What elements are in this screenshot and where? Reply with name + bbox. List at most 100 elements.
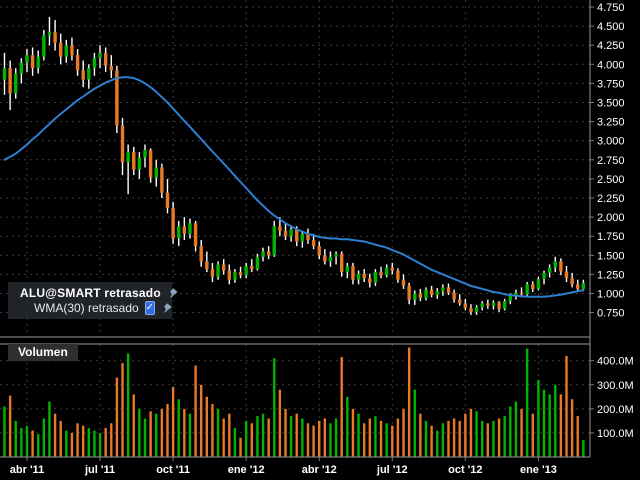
volume-bar — [525, 348, 529, 457]
volume-bars — [3, 347, 585, 457]
candle-body-down — [165, 192, 170, 208]
volume-bar — [312, 425, 315, 457]
price-tick-label: 0.750 — [597, 308, 625, 320]
candle-body-down — [227, 270, 231, 280]
volume-bar — [8, 395, 12, 457]
legend-instrument-row[interactable]: ALU@SMART retrasado ☛ — [20, 284, 181, 302]
price-tick-label: 4.250 — [597, 40, 625, 52]
volume-bar — [374, 416, 377, 457]
candle-body-down — [379, 272, 383, 276]
volume-bar — [228, 413, 231, 457]
date-tick-label: ene '12 — [228, 464, 265, 476]
candle-body-up — [25, 55, 29, 63]
candle-body-up — [64, 45, 69, 57]
candle-body-up — [435, 291, 439, 296]
volume-bar — [458, 420, 461, 457]
volume-bar — [81, 425, 85, 457]
wma-visibility-checkbox[interactable]: ✓ — [144, 300, 156, 315]
volume-bar — [542, 389, 546, 457]
legend-wma-row[interactable]: WMA(30) retrasado ✓ ☛ — [20, 299, 175, 317]
candle-body-down — [351, 265, 355, 280]
instrument-title: ALU@SMART retrasado — [20, 285, 161, 300]
volume-bar — [93, 430, 96, 457]
volume-bar — [188, 413, 192, 457]
candle-body-down — [486, 303, 490, 306]
volume-bar — [548, 394, 551, 457]
date-tick-label: oct '11 — [156, 464, 190, 476]
volume-bar — [149, 411, 152, 457]
candle-body-up — [255, 256, 260, 270]
volume-bar — [126, 353, 130, 457]
volume-bar — [554, 384, 557, 457]
volume-bar — [391, 425, 394, 457]
candle-body-up — [502, 301, 507, 309]
candle-body-down — [452, 292, 456, 300]
candle-body-up — [289, 229, 293, 237]
price-tick-label: 2.750 — [597, 155, 625, 167]
candle-body-up — [480, 303, 484, 308]
drag-hand-icon: ☛ — [157, 298, 176, 317]
candle-body-up — [345, 265, 350, 273]
volume-bar — [132, 394, 135, 457]
candle-body-up — [547, 267, 552, 273]
volume-bar — [284, 408, 287, 457]
candle-body-up — [334, 253, 338, 257]
volume-bar — [239, 437, 242, 457]
candle-body-down — [59, 42, 63, 57]
candle-body-down — [469, 308, 473, 312]
volume-bar — [194, 365, 197, 457]
volume-bar — [559, 394, 563, 457]
candle-body-up — [441, 287, 445, 292]
volume-bar — [351, 408, 355, 457]
wma-label: WMA(30) retrasado — [34, 300, 139, 315]
price-tick-label: 3.000 — [597, 136, 625, 148]
volume-bar — [59, 420, 62, 457]
candle-body-down — [238, 272, 243, 276]
candle-body-down — [463, 303, 468, 309]
candle-body-down — [396, 270, 400, 280]
candle-body-down — [266, 251, 271, 256]
candle-body-down — [75, 55, 80, 71]
volume-bar — [244, 420, 248, 457]
volume-bar — [256, 416, 259, 457]
volume-bar — [475, 411, 478, 457]
volume-bar — [200, 384, 203, 457]
candle-body-down — [531, 284, 535, 289]
volume-bar — [379, 420, 383, 457]
candle-body-down — [519, 292, 524, 295]
volume-bar — [537, 379, 540, 457]
wma-line — [3, 76, 585, 298]
price-volume-chart[interactable]: 4.750 4.500 4.250 4.000 3.750 3.500 3.250 3.000… — [0, 0, 640, 480]
candle-body-down — [103, 52, 108, 66]
candle-body-down — [283, 230, 288, 237]
date-tick-label: abr '11 — [10, 464, 44, 476]
volume-bar — [486, 423, 490, 457]
volume-bar — [110, 423, 113, 457]
volume-bar — [211, 404, 214, 457]
candle-body-down — [53, 32, 57, 43]
candle-body-down — [368, 278, 372, 283]
candle-body-down — [81, 70, 85, 80]
volume-bar — [87, 428, 90, 457]
candle-body-up — [474, 307, 479, 312]
volume-bar — [261, 413, 265, 457]
price-tick-label: 3.500 — [597, 98, 625, 110]
volume-bar — [407, 347, 411, 457]
candle-body-down — [401, 279, 406, 286]
candle-body-down — [221, 264, 226, 271]
candle-body-up — [177, 226, 181, 239]
price-tick-label: 2.500 — [597, 174, 625, 186]
candle-body-up — [272, 226, 276, 256]
candle-body-up — [47, 32, 52, 36]
volume-bar — [413, 389, 416, 457]
volume-bar — [183, 408, 186, 457]
candle-body-down — [160, 167, 164, 193]
candle-body-up — [233, 272, 237, 280]
candle-body-up — [508, 295, 512, 302]
volume-tick-label: 400.0M — [597, 356, 634, 368]
candle-body-down — [171, 207, 175, 239]
volume-bar — [318, 420, 321, 457]
candle-body-up — [36, 56, 40, 69]
volume-bar — [329, 423, 332, 457]
candle-body-down — [497, 302, 501, 309]
